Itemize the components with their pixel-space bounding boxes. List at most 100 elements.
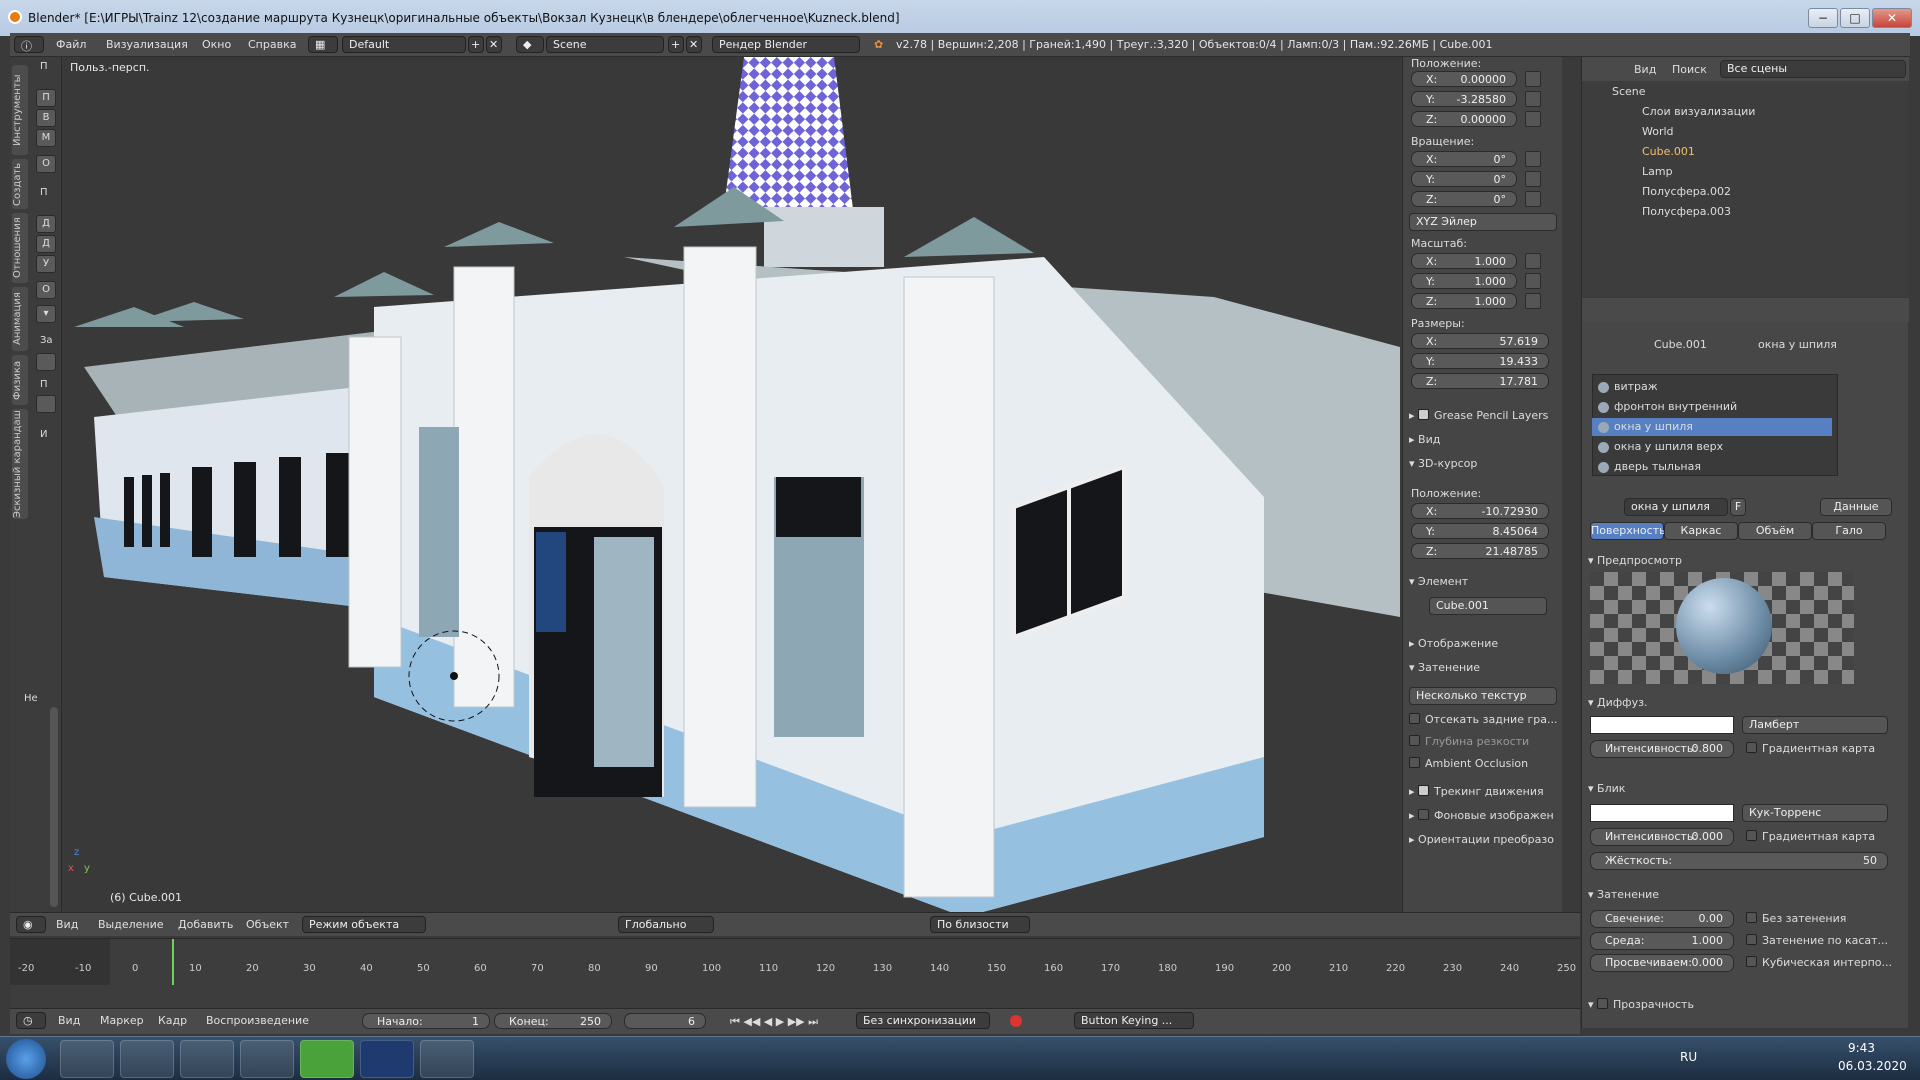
editor-type-icon[interactable]: ⓘ bbox=[14, 36, 44, 53]
outliner-item-hemisphere-002[interactable]: Полусфера.002 bbox=[1582, 185, 1909, 203]
chrome-taskbar-icon[interactable] bbox=[60, 1040, 114, 1078]
scale-y-field[interactable]: Y: 1.000 bbox=[1411, 273, 1517, 289]
layout-icon[interactable]: ▦ bbox=[308, 36, 338, 53]
specular-color-swatch[interactable] bbox=[1590, 804, 1734, 822]
outliner-item-lamp[interactable]: Lamp bbox=[1582, 165, 1909, 183]
tool-button[interactable] bbox=[36, 353, 56, 371]
image-viewer-taskbar-icon[interactable] bbox=[240, 1040, 294, 1078]
diffuse-shader-select[interactable]: Ламберт bbox=[1742, 716, 1888, 734]
close-button[interactable]: ✕ bbox=[1872, 8, 1912, 28]
location-z-field[interactable]: Z: 0.00000 bbox=[1411, 111, 1517, 127]
shading-mode-select[interactable]: Несколько текстур bbox=[1409, 687, 1557, 705]
explorer-taskbar-icon[interactable] bbox=[120, 1040, 174, 1078]
dimension-z-field[interactable]: Z: 17.781 bbox=[1411, 373, 1549, 389]
outliner-item-cube[interactable]: Cube.001 bbox=[1582, 145, 1909, 163]
start-frame-field[interactable]: Начало: 1 bbox=[362, 1013, 490, 1029]
tool-button[interactable] bbox=[36, 395, 56, 413]
render-engine-select[interactable]: Рендер Blender bbox=[712, 36, 860, 53]
diffuse-panel-header[interactable]: ▾ Диффуз. bbox=[1588, 696, 1647, 709]
view-panel-header[interactable]: ▸ Вид bbox=[1409, 433, 1440, 446]
shadeless-option[interactable]: Без затенения bbox=[1746, 912, 1846, 925]
lock-icon[interactable] bbox=[1525, 151, 1541, 167]
grease-pencil-checkbox[interactable] bbox=[1418, 409, 1430, 420]
playback-controls[interactable]: ⏮ ◀◀ ◀ ▶ ▶▶ ⏭ bbox=[730, 1015, 818, 1029]
mode-select[interactable]: Режим объекта bbox=[302, 916, 426, 933]
diffuse-color-swatch[interactable] bbox=[1590, 716, 1734, 734]
menu-view[interactable]: Вид bbox=[58, 1014, 80, 1027]
rotation-x-field[interactable]: X: 0° bbox=[1411, 151, 1517, 167]
lock-icon[interactable] bbox=[1525, 71, 1541, 87]
menu-view[interactable]: Вид bbox=[56, 918, 78, 931]
grease-pencil-layers-header[interactable]: ▸ Grease Pencil Layers bbox=[1409, 409, 1548, 422]
rotation-mode-select[interactable]: XYZ Эйлер bbox=[1409, 213, 1557, 231]
object-name-field[interactable]: Cube.001 bbox=[1429, 597, 1547, 615]
tool-button[interactable]: Д bbox=[36, 215, 56, 233]
panel-header[interactable]: И bbox=[40, 429, 47, 440]
specular-ramp-option[interactable]: Градиентная карта bbox=[1746, 830, 1875, 843]
location-x-field[interactable]: X: 0.00000 bbox=[1411, 71, 1517, 87]
tab-halo[interactable]: Гало bbox=[1812, 522, 1886, 540]
dimension-x-field[interactable]: X: 57.619 bbox=[1411, 333, 1549, 349]
menu-file[interactable]: Файл bbox=[56, 38, 86, 51]
link-data-select[interactable]: Данные bbox=[1820, 498, 1892, 516]
tool-button[interactable]: М bbox=[36, 129, 56, 147]
menu-object[interactable]: Объект bbox=[246, 918, 289, 931]
scrollbar[interactable] bbox=[50, 707, 58, 907]
item-panel-header[interactable]: ▾ Элемент bbox=[1409, 575, 1468, 588]
editor-type-icon[interactable]: ◉ bbox=[16, 916, 46, 933]
menu-window[interactable]: Окно bbox=[202, 38, 231, 51]
depth-of-field-option[interactable]: Глубина резкости bbox=[1409, 735, 1529, 748]
lock-icon[interactable] bbox=[1525, 191, 1541, 207]
tool-button[interactable]: П bbox=[36, 89, 56, 107]
tab-grease-pencil[interactable]: Эскизный карандаш bbox=[12, 409, 28, 519]
tab-wire[interactable]: Каркас bbox=[1664, 522, 1738, 540]
scale-x-field[interactable]: X: 1.000 bbox=[1411, 253, 1517, 269]
minimize-button[interactable]: − bbox=[1808, 8, 1838, 28]
motion-tracking-header[interactable]: ▸ Трекинг движения bbox=[1409, 785, 1544, 798]
ambient-occlusion-option[interactable]: Ambient Occlusion bbox=[1409, 757, 1528, 770]
dimension-y-field[interactable]: Y: 19.433 bbox=[1411, 353, 1549, 369]
app-taskbar-icon[interactable] bbox=[300, 1040, 354, 1078]
tool-button[interactable]: ▾ bbox=[36, 305, 56, 323]
menu-select[interactable]: Выделение bbox=[98, 918, 164, 931]
translucency-field[interactable]: Просвечиваем: 0.000 bbox=[1590, 954, 1734, 972]
outliner-item-render-layers[interactable]: Слои визуализации bbox=[1582, 105, 1909, 123]
location-y-field[interactable]: Y: -3.28580 bbox=[1411, 91, 1517, 107]
material-slot-selected[interactable]: окна у шпиля bbox=[1592, 418, 1832, 436]
lock-icon[interactable] bbox=[1525, 91, 1541, 107]
keying-set-select[interactable]: Button Keying ... bbox=[1074, 1012, 1194, 1029]
transform-orientations-header[interactable]: ▸ Ориентации преобразо bbox=[1409, 833, 1554, 846]
specular-panel-header[interactable]: ▾ Блик bbox=[1588, 782, 1625, 795]
photoshop-taskbar-icon[interactable] bbox=[360, 1040, 414, 1078]
preview-panel-header[interactable]: ▾ Предпросмотр bbox=[1588, 554, 1682, 567]
record-icon[interactable] bbox=[1010, 1015, 1022, 1027]
lock-icon[interactable] bbox=[1525, 273, 1541, 289]
cursor-z-field[interactable]: Z: 21.48785 bbox=[1411, 543, 1549, 559]
material-slot[interactable]: фронтон внутренний bbox=[1592, 398, 1832, 416]
hardness-field[interactable]: Жёсткость: 50 bbox=[1590, 852, 1888, 870]
specular-shader-select[interactable]: Кук-Торренс bbox=[1742, 804, 1888, 822]
menu-render[interactable]: Визуализация bbox=[106, 38, 188, 51]
snap-select[interactable]: По близости bbox=[930, 916, 1030, 933]
transform-orientation-select[interactable]: Глобально bbox=[618, 916, 714, 933]
fake-user-button[interactable]: F bbox=[1730, 498, 1746, 516]
add-layout-icon[interactable]: + bbox=[468, 36, 484, 53]
outliner-view-menu[interactable]: Вид bbox=[1634, 63, 1656, 76]
diffuse-ramp-option[interactable]: Градиентная карта bbox=[1746, 742, 1875, 755]
remove-layout-icon[interactable]: ✕ bbox=[486, 36, 502, 53]
cursor-y-field[interactable]: Y: 8.45064 bbox=[1411, 523, 1549, 539]
background-images-header[interactable]: ▸ Фоновые изображен bbox=[1409, 809, 1554, 822]
material-slot[interactable]: витраж bbox=[1592, 378, 1832, 396]
current-frame-field[interactable]: 6 bbox=[624, 1013, 706, 1029]
cubic-interpolation-option[interactable]: Кубическая интерпо... bbox=[1746, 956, 1892, 969]
menu-add[interactable]: Добавить bbox=[178, 918, 233, 931]
maximize-button[interactable]: □ bbox=[1840, 8, 1870, 28]
transparency-panel-header[interactable]: ▾ Прозрачность bbox=[1588, 998, 1694, 1011]
material-slot[interactable]: дверь тыльная bbox=[1592, 458, 1832, 476]
tool-button[interactable]: У bbox=[36, 255, 56, 273]
shading-panel-header[interactable]: ▾ Затенение bbox=[1409, 661, 1480, 674]
emit-field[interactable]: Свечение: 0.00 bbox=[1590, 910, 1734, 928]
operator-panel-header[interactable]: Не bbox=[24, 693, 38, 704]
material-slot[interactable]: окна у шпиля верх bbox=[1592, 438, 1832, 456]
remove-scene-icon[interactable]: ✕ bbox=[686, 36, 702, 53]
